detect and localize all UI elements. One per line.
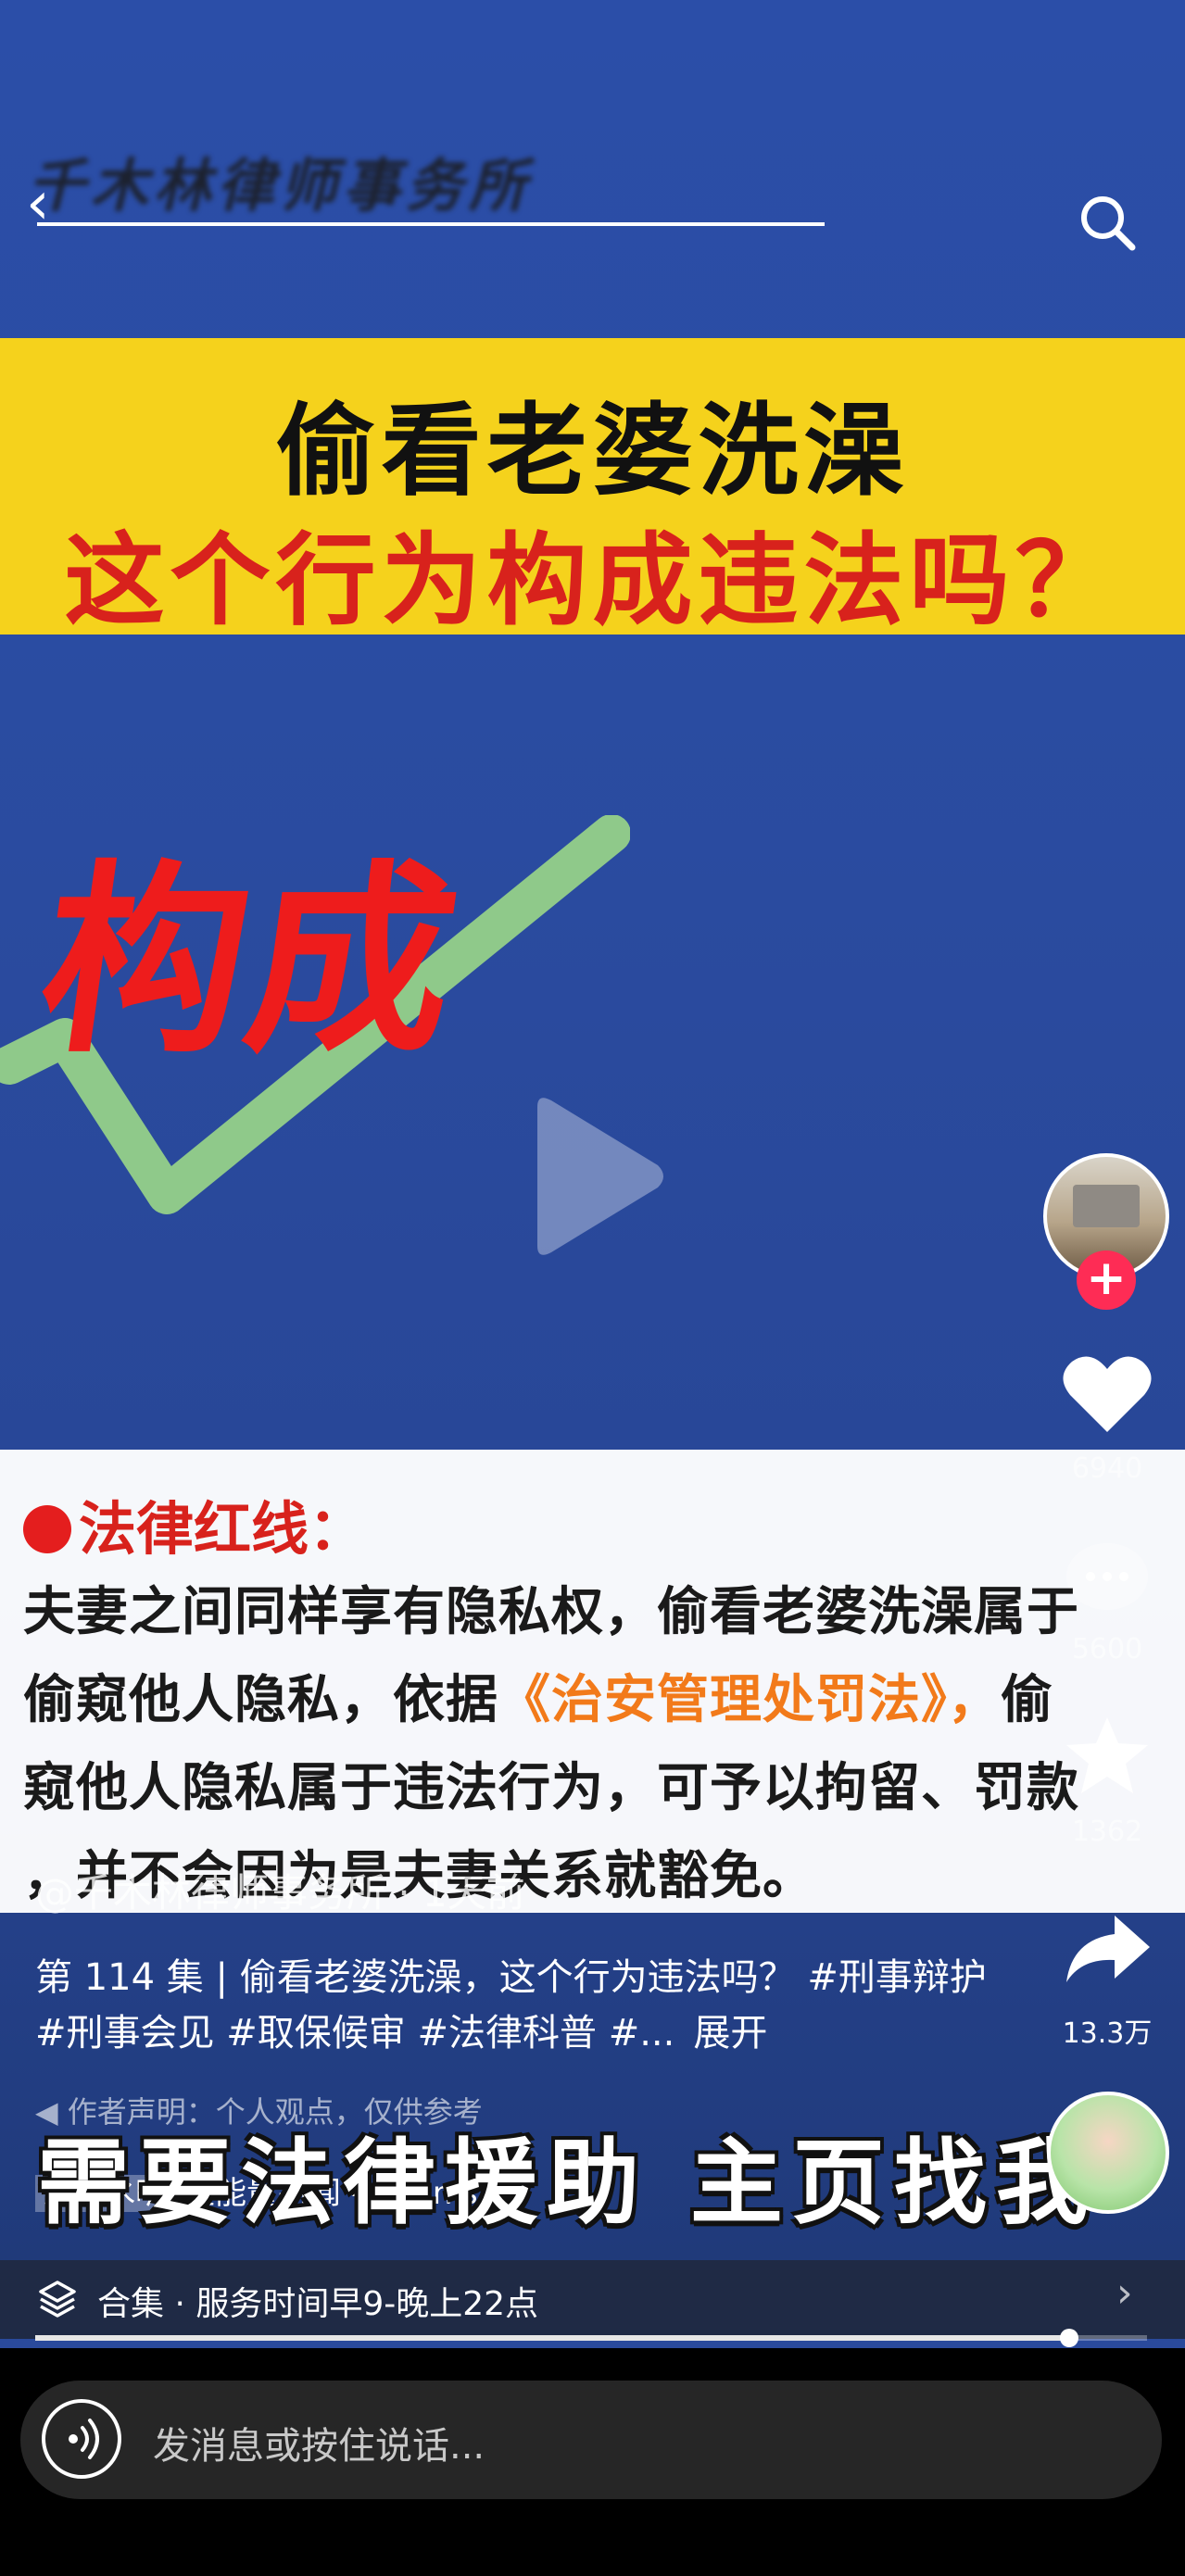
share-icon[interactable] <box>1061 1908 1153 1992</box>
author-name[interactable]: @千木林律师事务所 · 1天前 <box>35 1862 525 1918</box>
message-placeholder[interactable]: 发消息或按住说话... <box>153 2416 485 2469</box>
legal-heading: 法律红线： <box>23 1482 366 1565</box>
legal-line-2-end: 偷 <box>1001 1670 1053 1730</box>
follow-button[interactable]: + <box>1077 1250 1136 1310</box>
help-overlay-text: 需要法律援助 主页找我 <box>37 2129 1098 2237</box>
legal-line-3: 窥他人隐私属于违法行为，可予以拘留、罚款 <box>23 1758 1079 1818</box>
red-dot-icon <box>23 1504 71 1553</box>
expand-link[interactable]: 展开 <box>693 2012 767 2055</box>
share-count: 13.3万 <box>1062 2017 1153 2050</box>
progress-fill <box>35 2335 1069 2341</box>
legal-line-2: 偷窥他人隐私，依据《治安管理处罚法》，偷 <box>23 1658 1053 1733</box>
banner-title: 偷看老婆洗澡 <box>275 394 910 509</box>
layers-icon <box>37 2279 78 2319</box>
legal-heading-text: 法律红线： <box>79 1495 367 1563</box>
like-icon[interactable] <box>1061 1352 1153 1436</box>
legal-line-1: 夫妻之间同样享有隐私权，偷看老婆洗澡属于 <box>23 1582 1079 1642</box>
banner-question: 这个行为构成违法吗？ <box>64 523 1121 639</box>
account-title: 千木林律师事务所 <box>28 152 533 220</box>
progress-knob[interactable] <box>1060 2329 1078 2347</box>
playlist-label[interactable]: 合集 · 服务时间早9-晚上22点 <box>97 2277 538 2325</box>
chevron-right-icon[interactable]: › <box>1116 2269 1133 2317</box>
verdict-text: 构成 <box>27 843 473 1080</box>
back-icon[interactable]: ‹ <box>26 157 82 250</box>
title-underline <box>37 222 825 226</box>
music-disc-icon[interactable] <box>1047 2092 1169 2214</box>
voice-icon[interactable] <box>42 2399 121 2479</box>
search-icon[interactable] <box>1075 190 1140 255</box>
post-caption: 第 114 集 | 偷看老婆洗澡，这个行为违法吗？ #刑事辩护 #刑事会见 #取… <box>35 1950 1008 2061</box>
law-name: 《治安管理处罚法》， <box>498 1670 1001 1730</box>
legal-line-2-start: 偷窥他人隐私，依据 <box>23 1670 498 1730</box>
avatar-image <box>1073 1185 1140 1227</box>
caption-text: 第 114 集 | 偷看老婆洗澡，这个行为违法吗？ #刑事辩护 #刑事会见 #取… <box>35 1956 987 2055</box>
play-icon[interactable] <box>519 1093 667 1260</box>
